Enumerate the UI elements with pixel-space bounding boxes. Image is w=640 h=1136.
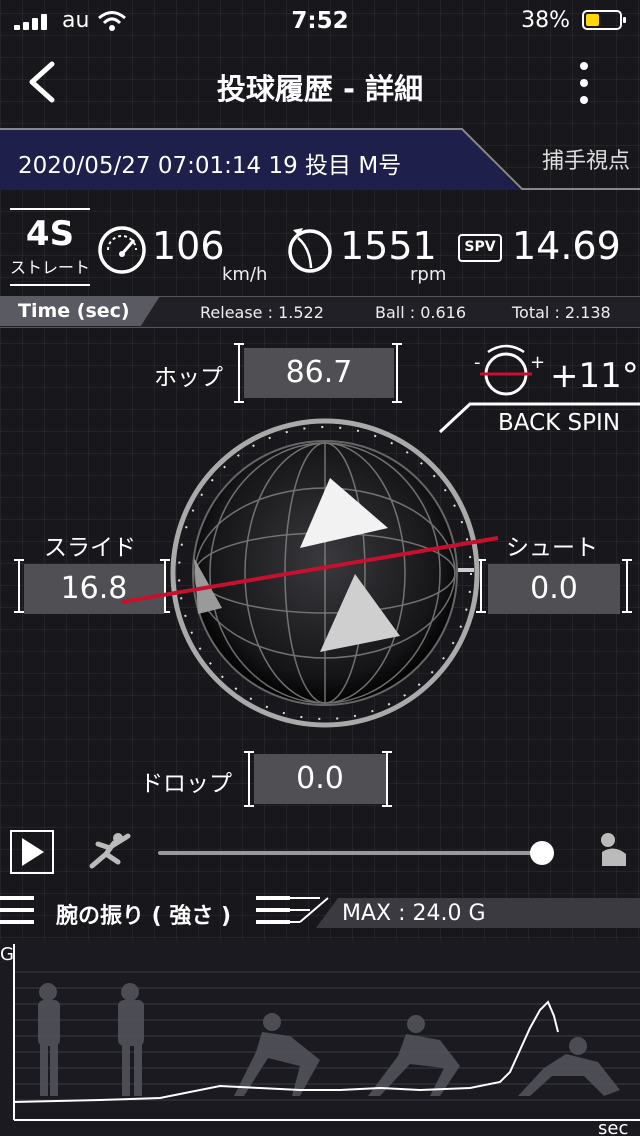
graph-x-axis-label: sec	[598, 1118, 628, 1136]
drop-value: 0.0	[254, 754, 386, 804]
graph-y-axis-label: G	[0, 944, 14, 965]
more-menu-icon[interactable]	[574, 60, 594, 106]
pitcher-icon	[89, 833, 131, 869]
release-time: Release : 1.522	[200, 303, 324, 322]
battery-icon	[582, 10, 626, 30]
catcher-icon	[601, 833, 626, 866]
arm-swing-label: 腕の振り ( 強さ )	[56, 904, 232, 929]
pitch-type: ストレート	[10, 258, 91, 277]
hop-value: 86.7	[244, 348, 394, 398]
time-label: Time (sec)	[18, 300, 130, 322]
spin-type: BACK SPIN	[498, 410, 621, 436]
spin-rate-unit: rpm	[410, 264, 447, 285]
playback-track	[158, 851, 554, 855]
arm-swing-graph: G sec	[0, 940, 640, 1136]
play-button[interactable]	[10, 830, 54, 874]
total-time: Total : 2.138	[512, 303, 611, 322]
svg-text:-: -	[474, 352, 481, 373]
status-bar: au 7:52 38%	[0, 0, 640, 44]
ball-time: Ball : 0.616	[375, 303, 467, 322]
svg-text:+: +	[530, 352, 544, 373]
arm-swing-max: MAX : 24.0 G	[342, 901, 486, 926]
pitch-info: 2020/05/27 07:01:14 19 投目 M号	[18, 153, 402, 179]
battery-percent: 38%	[521, 8, 570, 33]
drop-label: ドロップ	[140, 771, 232, 797]
tilt-value: +11°	[550, 356, 639, 396]
spin-axis-icon: - +	[474, 344, 544, 396]
spin-rate-value: 1551	[340, 224, 437, 268]
spin-rate-icon	[288, 228, 332, 273]
speed-value: 106	[152, 224, 225, 268]
hop-label: ホップ	[154, 365, 223, 391]
speedometer-icon	[98, 226, 146, 274]
spv-value: 14.69	[512, 224, 621, 268]
page-title: 投球履歴 - 詳細	[216, 72, 424, 106]
spv-icon: SPV	[458, 234, 502, 262]
playback-slider-thumb[interactable]	[530, 841, 554, 865]
pitch-code: 4S	[25, 214, 75, 254]
shoot-label: シュート	[506, 535, 598, 561]
play-icon	[22, 838, 44, 866]
catcher-view-tab[interactable]: 捕手視点	[542, 143, 630, 175]
pitch-type-badge: 4S ストレート	[10, 208, 90, 286]
speed-unit: km/h	[222, 264, 268, 285]
spin-axis-line	[121, 536, 499, 604]
